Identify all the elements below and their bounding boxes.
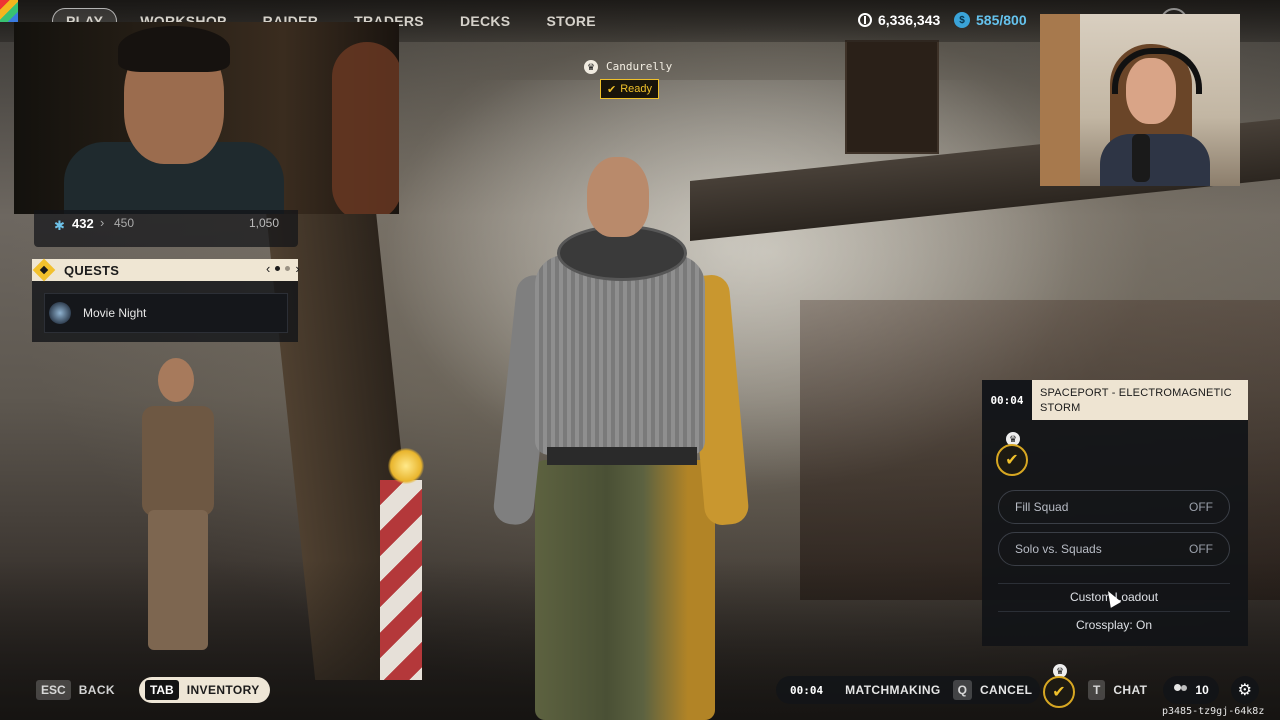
matchmaking-bar-timer: 00:04 [790, 683, 824, 697]
check-icon: ✔ [996, 444, 1028, 476]
level-current: 432 [72, 216, 94, 231]
bottom-right-controls: T CHAT 10 ⚙ [1088, 676, 1259, 704]
level-max: 1,050 [249, 216, 280, 230]
friends-icon [1173, 684, 1189, 696]
scene-arrow-sign [845, 40, 939, 154]
ready-label: Ready [620, 83, 653, 95]
quests-title: QUESTS [64, 263, 120, 278]
tab-key: TAB [144, 680, 179, 700]
gear-icon[interactable]: ⚙ [1230, 676, 1259, 704]
t-key: T [1088, 680, 1106, 700]
page-dot [285, 266, 291, 271]
page-dot-active [275, 266, 281, 271]
level-progress: ✱ 432 › 450 1,050 [34, 210, 298, 247]
quest-avatar-icon [49, 302, 71, 324]
ready-badge: ✔ Ready [600, 79, 660, 99]
streamer-webcam-overlay [1040, 14, 1240, 186]
ready-check-badge: ♛ ✔ [1043, 664, 1077, 708]
party-member-name: Candurelly [606, 60, 673, 73]
player-character [492, 155, 760, 720]
coin-balance: 6,336,343 [858, 12, 940, 28]
bottom-left-controls: ESC BACK TAB INVENTORY [36, 677, 270, 703]
chat-button[interactable]: CHAT [1113, 683, 1147, 697]
chevron-right-icon[interactable]: › [295, 261, 299, 276]
inventory-button[interactable]: TAB INVENTORY [138, 677, 270, 703]
quests-pager: ‹ › [266, 261, 300, 276]
quest-name: Movie Night [83, 306, 147, 320]
credit-value: 585/800 [976, 12, 1027, 28]
friends-count: 10 [1195, 683, 1209, 697]
matchmaking-label: MATCHMAKING [845, 683, 941, 697]
check-icon: ✔ [607, 83, 617, 96]
solo-vs-squads-label: Solo vs. Squads [1015, 542, 1102, 556]
friends-button[interactable]: 10 [1163, 676, 1219, 704]
matchmaking-header: 00:04 SPACEPORT - ELECTROMAGNETIC STORM [982, 380, 1248, 420]
quests-panel: QUESTS ‹ › Movie Night [32, 258, 300, 342]
brand-stripe [0, 0, 18, 22]
matchmaking-timer: 00:04 [982, 380, 1032, 420]
credit-balance: $ 585/800 [954, 12, 1027, 28]
scene-striped-post [380, 480, 422, 680]
solo-vs-squads-toggle[interactable]: Solo vs. Squads OFF [998, 532, 1230, 566]
fill-squad-label: Fill Squad [1015, 500, 1069, 514]
movie-webcam-overlay [14, 22, 399, 214]
scene-haze [380, 80, 1080, 500]
matchmaking-panel: 00:04 SPACEPORT - ELECTROMAGNETIC STORM … [982, 380, 1248, 646]
solo-vs-squads-state: OFF [1189, 542, 1213, 556]
quest-item[interactable]: Movie Night [44, 293, 288, 333]
quest-diamond-icon [32, 258, 56, 282]
inventory-label: INVENTORY [186, 683, 260, 697]
nav-store[interactable]: STORE [533, 9, 608, 33]
level-next: 450 [114, 216, 135, 230]
coin-value: 6,336,343 [878, 12, 941, 28]
back-button[interactable]: BACK [79, 683, 115, 697]
fill-squad-state: OFF [1189, 500, 1213, 514]
credit-icon: $ [954, 12, 970, 28]
quests-header: QUESTS ‹ › [32, 258, 300, 282]
q-key: Q [952, 680, 972, 700]
map-name: SPACEPORT - ELECTROMAGNETIC STORM [1040, 387, 1232, 414]
chevron-left-icon[interactable]: ‹ [266, 261, 270, 276]
scene-lamp [388, 448, 424, 484]
session-id: p3485-tz9gj-64k8z [1162, 706, 1265, 717]
esc-key: ESC [36, 680, 71, 700]
check-icon: ✔ [1043, 676, 1075, 708]
nav-decks[interactable]: DECKS [447, 9, 524, 33]
scene-npc [118, 350, 238, 650]
crown-icon: ♛ [584, 60, 598, 74]
coin-icon [858, 13, 872, 27]
matchmaking-status-bar: 00:04 MATCHMAKING Q CANCEL [776, 676, 1040, 704]
cancel-button[interactable]: CANCEL [980, 683, 1032, 697]
chevron-right-icon: › [100, 215, 105, 230]
gear-icon: ✱ [54, 218, 65, 233]
fill-squad-toggle[interactable]: Fill Squad OFF [998, 490, 1230, 524]
party-ready-badge: ♛ ✔ [996, 432, 1030, 480]
crossplay-button[interactable]: Crossplay: On [998, 611, 1230, 638]
